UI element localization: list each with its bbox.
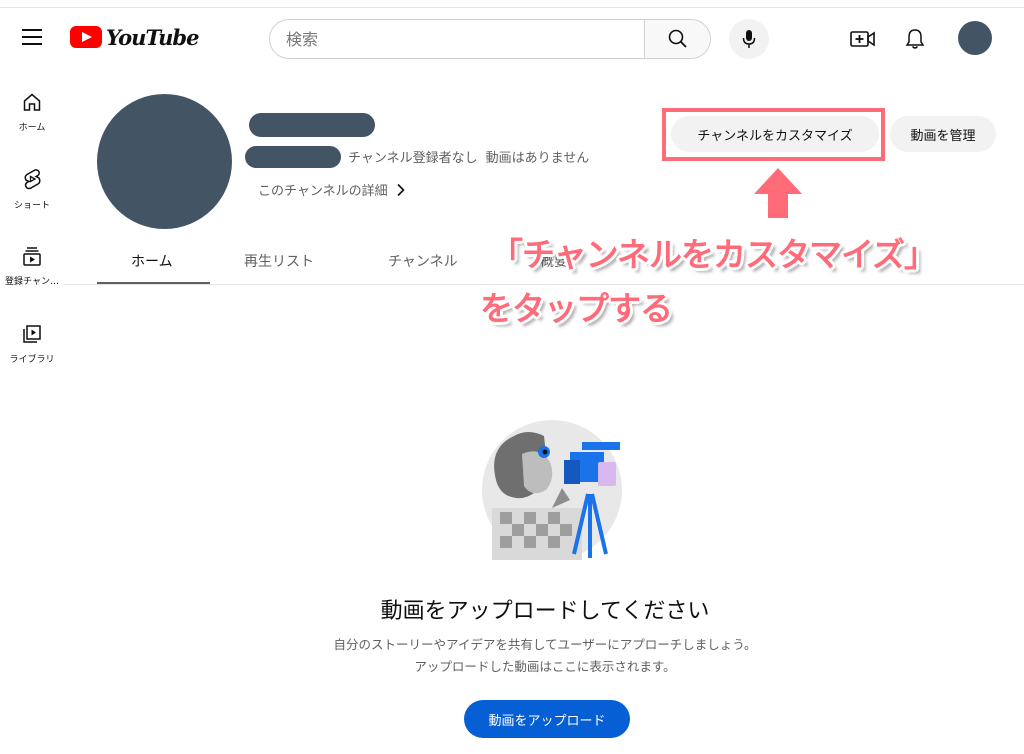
empty-state-desc-line-1: 自分のストーリーやアイデアを共有してユーザーにアプローチしましょう。 [333, 637, 757, 652]
shorts-icon [24, 169, 41, 190]
library-icon [23, 325, 41, 343]
youtube-play-icon [70, 26, 102, 48]
channel-details-label: このチャンネルの詳細 [258, 184, 388, 199]
sidebar-item-label: ライブラリ [9, 355, 55, 365]
empty-state-desc-line-2: アップロードした動画はここに表示されます。 [414, 659, 676, 674]
logo-text: YouTube [106, 24, 199, 50]
redacted-channel-name [249, 113, 375, 137]
arrow-up-icon [754, 168, 802, 218]
search-button[interactable] [644, 20, 710, 58]
sidebar-item-home[interactable]: ホーム [0, 92, 64, 133]
annotation-line-2: をタップする [480, 289, 673, 328]
search-bar [269, 19, 711, 59]
microphone-icon [742, 30, 756, 48]
annotation-line-1: 「チャンネルをカスタマイズ」 [490, 235, 937, 274]
sidebar-item-label: ホーム [18, 123, 46, 133]
channel-details-link[interactable]: このチャンネルの詳細 [258, 180, 406, 199]
channel-meta: チャンネル登録者なし 動画はありません [348, 147, 589, 166]
video-add-icon [850, 31, 875, 47]
sidebar-item-subscriptions[interactable]: 登録チャン… [0, 246, 64, 287]
chevron-right-icon [397, 183, 405, 196]
menu-icon[interactable] [22, 29, 42, 45]
youtube-logo[interactable]: YouTube [70, 24, 199, 50]
manage-videos-button[interactable]: 動画を管理 [890, 116, 996, 152]
account-avatar[interactable] [958, 21, 992, 55]
create-video-button[interactable] [850, 27, 876, 51]
search-input[interactable] [270, 20, 644, 58]
highlight-box [662, 108, 885, 161]
subscriptions-icon [23, 247, 41, 266]
sidebar-item-shorts[interactable]: ショート [0, 168, 64, 211]
sidebar-item-label: ショート [13, 201, 50, 211]
empty-state-title: 動画をアップロードしてください [380, 599, 710, 624]
upload-video-button[interactable]: 動画をアップロード [464, 700, 630, 738]
voice-search-button[interactable] [729, 19, 769, 59]
search-icon [668, 29, 687, 48]
empty-state-description: 自分のストーリーやアイデアを共有してユーザーにアプローチしましょう。 アップロー… [0, 634, 1024, 678]
camera-operator-illustration [482, 420, 622, 560]
redacted-channel-handle [245, 146, 341, 168]
sidebar-item-library[interactable]: ライブラリ [0, 324, 64, 365]
tab-channels[interactable]: チャンネル [388, 251, 458, 271]
notifications-button[interactable] [902, 26, 928, 52]
channel-avatar[interactable] [97, 94, 232, 229]
tab-home[interactable]: ホーム [131, 251, 173, 271]
sidebar-item-label: 登録チャン… [5, 277, 59, 287]
video-count: 動画はありません [485, 151, 590, 166]
home-icon [23, 93, 41, 111]
subscriber-count: チャンネル登録者なし [348, 151, 478, 166]
bell-icon [905, 29, 925, 49]
top-divider [0, 7, 1024, 8]
tab-playlists[interactable]: 再生リスト [244, 251, 314, 271]
